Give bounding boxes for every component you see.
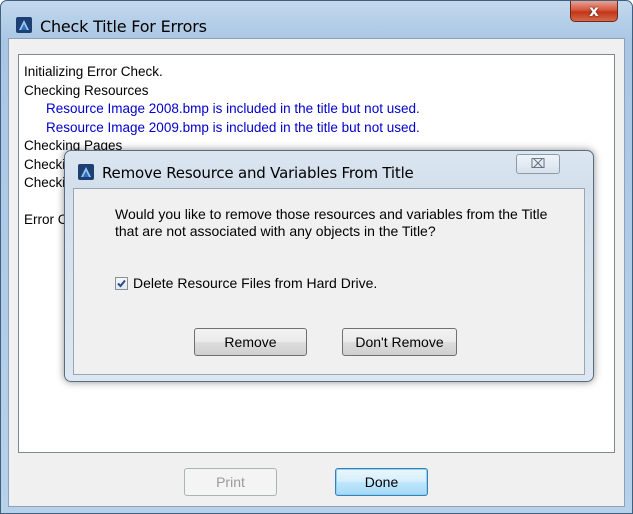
dialog-title: Remove Resource and Variables From Title: [102, 164, 414, 182]
window-close-button[interactable]: x: [570, 1, 618, 22]
app-logo-icon: [16, 17, 32, 33]
print-button[interactable]: Print: [184, 468, 277, 496]
check-title-window: Check Title For Errors x Initializing Er…: [0, 0, 633, 514]
delete-files-checkbox-row[interactable]: Delete Resource Files from Hard Drive.: [115, 275, 377, 291]
dont-remove-button[interactable]: Don't Remove: [342, 328, 457, 356]
dialog-app-icon: [78, 164, 94, 180]
close-icon: ⌧: [530, 156, 546, 172]
checkmark-icon: [117, 279, 126, 287]
dialog-message: Would you like to remove those resources…: [115, 206, 548, 239]
remove-resources-dialog: Remove Resource and Variables From Title…: [64, 150, 594, 382]
dialog-close-button[interactable]: ⌧: [516, 154, 560, 174]
done-button[interactable]: Done: [335, 468, 428, 496]
log-line: Resource Image 2008.bmp is included in t…: [46, 101, 420, 116]
log-line: Initializing Error Check.: [24, 64, 163, 79]
remove-button[interactable]: Remove: [194, 328, 307, 356]
delete-files-label[interactable]: Delete Resource Files from Hard Drive.: [133, 275, 377, 291]
close-icon: x: [589, 2, 599, 20]
log-line: Checking Resources: [24, 82, 149, 98]
log-line: Resource Image 2009.bmp is included in t…: [46, 119, 420, 135]
delete-files-checkbox[interactable]: [115, 276, 128, 290]
window-title: Check Title For Errors: [40, 17, 207, 36]
dialog-body: Would you like to remove those resources…: [73, 188, 585, 375]
window-titlebar[interactable]: Check Title For Errors x: [1, 1, 632, 39]
